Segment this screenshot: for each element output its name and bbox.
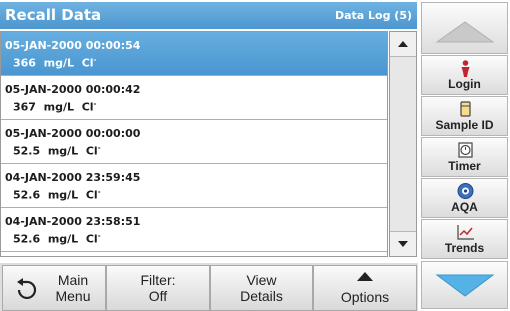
login-button[interactable]: Login [421, 55, 508, 95]
scroll-up-button[interactable] [390, 32, 416, 57]
view-details-button[interactable]: View Details [210, 265, 313, 311]
record-timestamp: 05-JAN-2000 00:00:00 [5, 127, 141, 140]
back-arrow-icon [17, 278, 37, 299]
timer-label: Timer [448, 159, 481, 173]
trends-icon [457, 225, 474, 240]
record-timestamp: 04-JAN-2000 23:58:51 [5, 215, 141, 228]
bottom-toolbar: Main Menu Filter: Off View Details Optio… [0, 263, 418, 311]
record-timestamp: 05-JAN-2000 00:00:54 [5, 39, 141, 52]
record-row-3[interactable]: 05-JAN-2000 00:00:00 52.5 mg/L Cl- [1, 120, 387, 164]
list-scrollbar[interactable] [389, 31, 417, 257]
record-reading: 366 mg/L Cl- [13, 56, 97, 70]
options-button[interactable]: Options [313, 265, 417, 311]
nav-up-button[interactable] [421, 2, 508, 54]
main-panel: Recall Data Data Log (5) 05-JAN-2000 00:… [0, 0, 418, 311]
main-menu-label-2: Menu [55, 288, 91, 304]
record-row-2[interactable]: 05-JAN-2000 00:00:42 367 mg/L Cl- [1, 76, 387, 120]
login-label: Login [448, 77, 481, 91]
trends-label: Trends [444, 241, 485, 255]
scroll-down-button[interactable] [390, 231, 416, 256]
nav-down-arrow-icon [435, 274, 495, 297]
aqa-button[interactable]: AQA [421, 178, 508, 218]
record-timestamp: 05-JAN-2000 00:00:42 [5, 83, 141, 96]
record-timestamp: 04-JAN-2000 23:59:45 [5, 171, 141, 184]
arrow-down-icon [398, 241, 408, 247]
aqa-label: AQA [451, 200, 478, 214]
aqa-icon [457, 183, 474, 199]
record-row-5[interactable]: 04-JAN-2000 23:58:51 52.6 mg/L Cl- [1, 208, 387, 252]
options-arrow-icon [357, 272, 373, 281]
side-panel: Login Sample ID Timer AQA Trends [419, 0, 510, 311]
nav-down-button[interactable] [421, 261, 508, 309]
record-reading: 52.6 mg/L Cl- [13, 188, 101, 202]
view-details-label-2: Details [240, 288, 283, 304]
record-reading: 367 mg/L Cl- [13, 100, 97, 114]
nav-up-arrow-icon [435, 21, 495, 43]
page-title: Recall Data [5, 6, 102, 24]
timer-button[interactable]: Timer [421, 137, 508, 177]
record-reading: 52.6 mg/L Cl- [13, 232, 101, 246]
options-label: Options [340, 289, 390, 305]
sample-id-button[interactable]: Sample ID [421, 96, 508, 136]
filter-label: Filter: [140, 272, 176, 288]
main-menu-button[interactable]: Main Menu [2, 265, 106, 311]
timer-icon [458, 142, 473, 158]
main-menu-label-1: Main [57, 272, 89, 288]
trends-button[interactable]: Trends [421, 219, 508, 259]
sample-id-icon [460, 101, 471, 117]
arrow-up-icon [398, 41, 408, 47]
filter-button[interactable]: Filter: Off [106, 265, 210, 311]
record-reading: 52.5 mg/L Cl- [13, 144, 101, 158]
record-list: 05-JAN-2000 00:00:54 366 mg/L Cl- 05-JAN… [0, 31, 388, 257]
filter-value: Off [148, 288, 168, 304]
title-bar: Recall Data Data Log (5) [0, 2, 417, 29]
person-icon [461, 60, 470, 77]
data-log-count: Data Log (5) [334, 9, 412, 22]
record-row-1[interactable]: 05-JAN-2000 00:00:54 366 mg/L Cl- [1, 32, 387, 76]
record-row-4[interactable]: 04-JAN-2000 23:59:45 52.6 mg/L Cl- [1, 164, 387, 208]
sample-id-label: Sample ID [435, 118, 494, 132]
view-details-label-1: View [246, 272, 277, 288]
